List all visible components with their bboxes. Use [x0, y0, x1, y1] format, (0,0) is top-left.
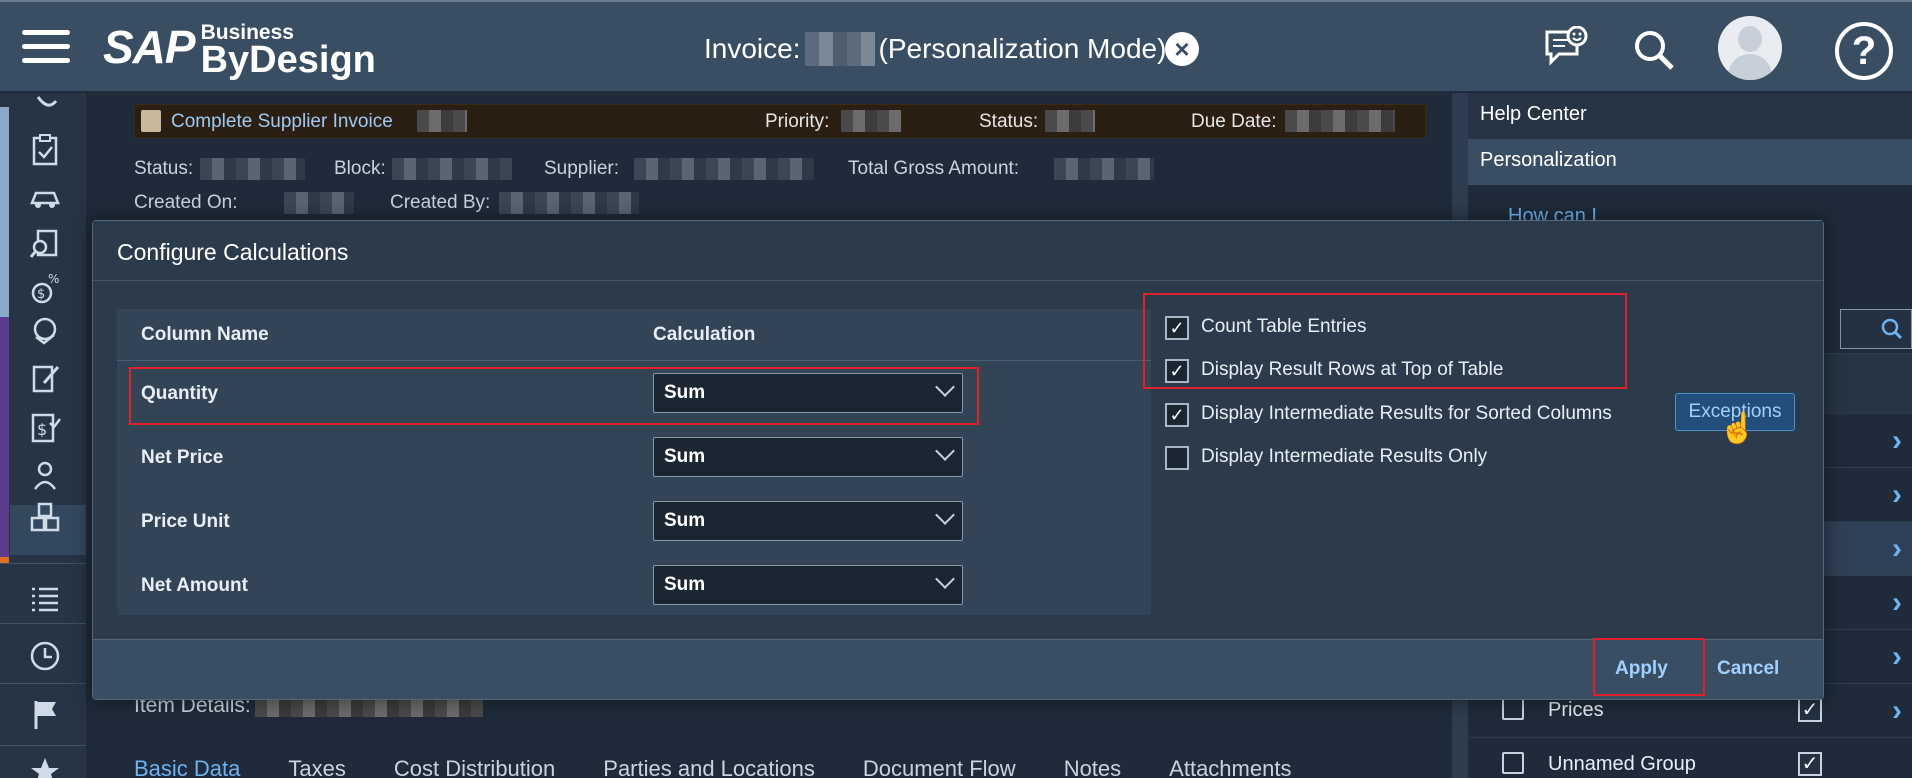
group-icon — [1502, 698, 1524, 720]
detail-tabs: Basic Data Taxes Cost Distribution Parti… — [134, 756, 1291, 778]
checkbox[interactable] — [1165, 446, 1189, 470]
help-search-input[interactable] — [1840, 309, 1912, 349]
list-icon[interactable] — [28, 581, 62, 615]
highlight-options — [1143, 293, 1627, 389]
clipboard-check-icon[interactable] — [28, 133, 62, 167]
chevron-right-icon: › — [1892, 694, 1902, 727]
calculation-select[interactable]: Sum — [653, 501, 963, 541]
task-title[interactable]: Complete Supplier Invoice — [171, 111, 393, 133]
table-header: Column Name Calculation — [117, 309, 1151, 361]
logo-sap-text: SAP — [103, 21, 196, 73]
status-label: Status: — [979, 111, 1039, 132]
chevron-right-icon: › — [1892, 478, 1902, 511]
highlight-apply — [1593, 638, 1705, 696]
calculation-select[interactable]: Sum — [653, 565, 963, 605]
row-column-name: Net Amount — [141, 575, 248, 596]
left-navigation: $% $ — [0, 93, 86, 778]
list-item-label: Unnamed Group — [1548, 753, 1696, 775]
flag-icon[interactable] — [28, 697, 62, 731]
title-suffix: (Personalization Mode) — [878, 33, 1167, 64]
status-field-label: Status: — [134, 158, 194, 179]
personalization-header[interactable]: Personalization — [1468, 139, 1912, 185]
priority-label: Priority: — [765, 111, 830, 132]
tab-cost-distribution[interactable]: Cost Distribution — [394, 756, 555, 778]
group-icon — [1502, 752, 1524, 774]
table-row: Price Unit Sum — [117, 489, 1151, 553]
task-header-bar: Complete Supplier Invoice Priority: Stat… — [134, 104, 1426, 138]
edit-document-icon[interactable] — [28, 361, 62, 395]
star-icon[interactable] — [28, 755, 62, 778]
chevron-right-icon: › — [1892, 532, 1902, 565]
block-field-label: Block: — [334, 158, 386, 179]
calculation-table: Column Name Calculation Quantity Sum Net… — [117, 309, 1151, 615]
tab-notes[interactable]: Notes — [1064, 756, 1121, 778]
documents-search-icon[interactable] — [28, 227, 62, 261]
shell-header: SAP Business ByDesign Invoice: (Personal… — [0, 0, 1912, 91]
chevron-down-icon — [935, 441, 955, 461]
hand-cursor-icon: ☝ — [1719, 412, 1757, 445]
visibility-checkbox[interactable]: ✓ — [1798, 752, 1822, 776]
feedback-icon[interactable] — [1543, 25, 1591, 75]
user-avatar[interactable] — [1718, 16, 1782, 80]
chevron-right-icon: › — [1892, 640, 1902, 673]
due-date-label: Due Date: — [1191, 111, 1277, 132]
table-row: Net Price Sum — [117, 425, 1151, 489]
chevron-down-icon — [935, 569, 955, 589]
chevron-down-icon — [935, 505, 955, 525]
tab-document-flow[interactable]: Document Flow — [863, 756, 1016, 778]
created-on-label: Created On: — [134, 192, 238, 213]
total-gross-amount-label: Total Gross Amount: — [848, 158, 1020, 179]
chevron-right-icon: › — [1892, 424, 1902, 457]
row-column-name: Price Unit — [141, 511, 230, 532]
task-clipboard-icon — [141, 110, 161, 132]
car-icon[interactable] — [28, 181, 62, 215]
sap-logo[interactable]: SAP Business ByDesign — [103, 22, 376, 79]
column-name-header: Column Name — [141, 324, 269, 345]
help-center-header[interactable]: Help Center — [1468, 93, 1912, 139]
logo-bydesign-text: ByDesign — [200, 39, 376, 81]
nav-item-icon[interactable] — [28, 93, 62, 127]
cancel-button[interactable]: Cancel — [1717, 658, 1779, 680]
calculation-select[interactable]: Sum — [653, 437, 963, 477]
visibility-checkbox[interactable]: ✓ — [1798, 698, 1822, 722]
list-item-label: Prices — [1548, 699, 1604, 721]
money-bag-percent-icon[interactable]: $% — [28, 271, 62, 305]
checkbox[interactable]: ✓ — [1165, 403, 1189, 427]
chevron-right-icon: › — [1892, 586, 1902, 619]
search-icon[interactable] — [1632, 28, 1676, 77]
tab-basic-data[interactable]: Basic Data — [134, 756, 240, 778]
tab-attachments[interactable]: Attachments — [1169, 756, 1291, 778]
created-by-label: Created By: — [390, 192, 491, 213]
page-title: Invoice: (Personalization Mode) — [704, 32, 1166, 66]
table-row: Net Amount Sum — [117, 553, 1151, 617]
dialog-footer: Apply Cancel — [93, 638, 1823, 699]
highlight-quantity-row — [129, 367, 979, 425]
invoice-check-icon[interactable]: $ — [28, 411, 62, 445]
redacted-invoice-id — [804, 32, 875, 66]
close-icon[interactable]: × — [1165, 32, 1199, 66]
person-icon[interactable] — [28, 459, 62, 493]
cubes-icon[interactable] — [28, 501, 62, 535]
menu-icon[interactable] — [22, 30, 70, 66]
clock-icon[interactable] — [28, 639, 62, 673]
dialog-title: Configure Calculations — [93, 221, 1823, 281]
row-column-name: Net Price — [141, 447, 224, 468]
supplier-field-label: Supplier: — [544, 158, 619, 179]
svg-text:$: $ — [37, 287, 45, 302]
calculation-header: Calculation — [653, 324, 756, 345]
list-item-unnamed-group[interactable]: Unnamed Group ✓ — [1468, 737, 1912, 778]
tab-parties-and-locations[interactable]: Parties and Locations — [603, 756, 815, 778]
help-icon[interactable]: ? — [1835, 22, 1893, 80]
title-prefix: Invoice: — [704, 33, 801, 64]
configure-calculations-dialog: Configure Calculations Column Name Calcu… — [92, 220, 1824, 700]
svg-text:%: % — [48, 272, 59, 286]
handshake-icon[interactable] — [28, 315, 62, 349]
svg-text:$: $ — [37, 420, 47, 439]
search-icon — [1881, 318, 1903, 340]
tab-taxes[interactable]: Taxes — [288, 756, 345, 778]
